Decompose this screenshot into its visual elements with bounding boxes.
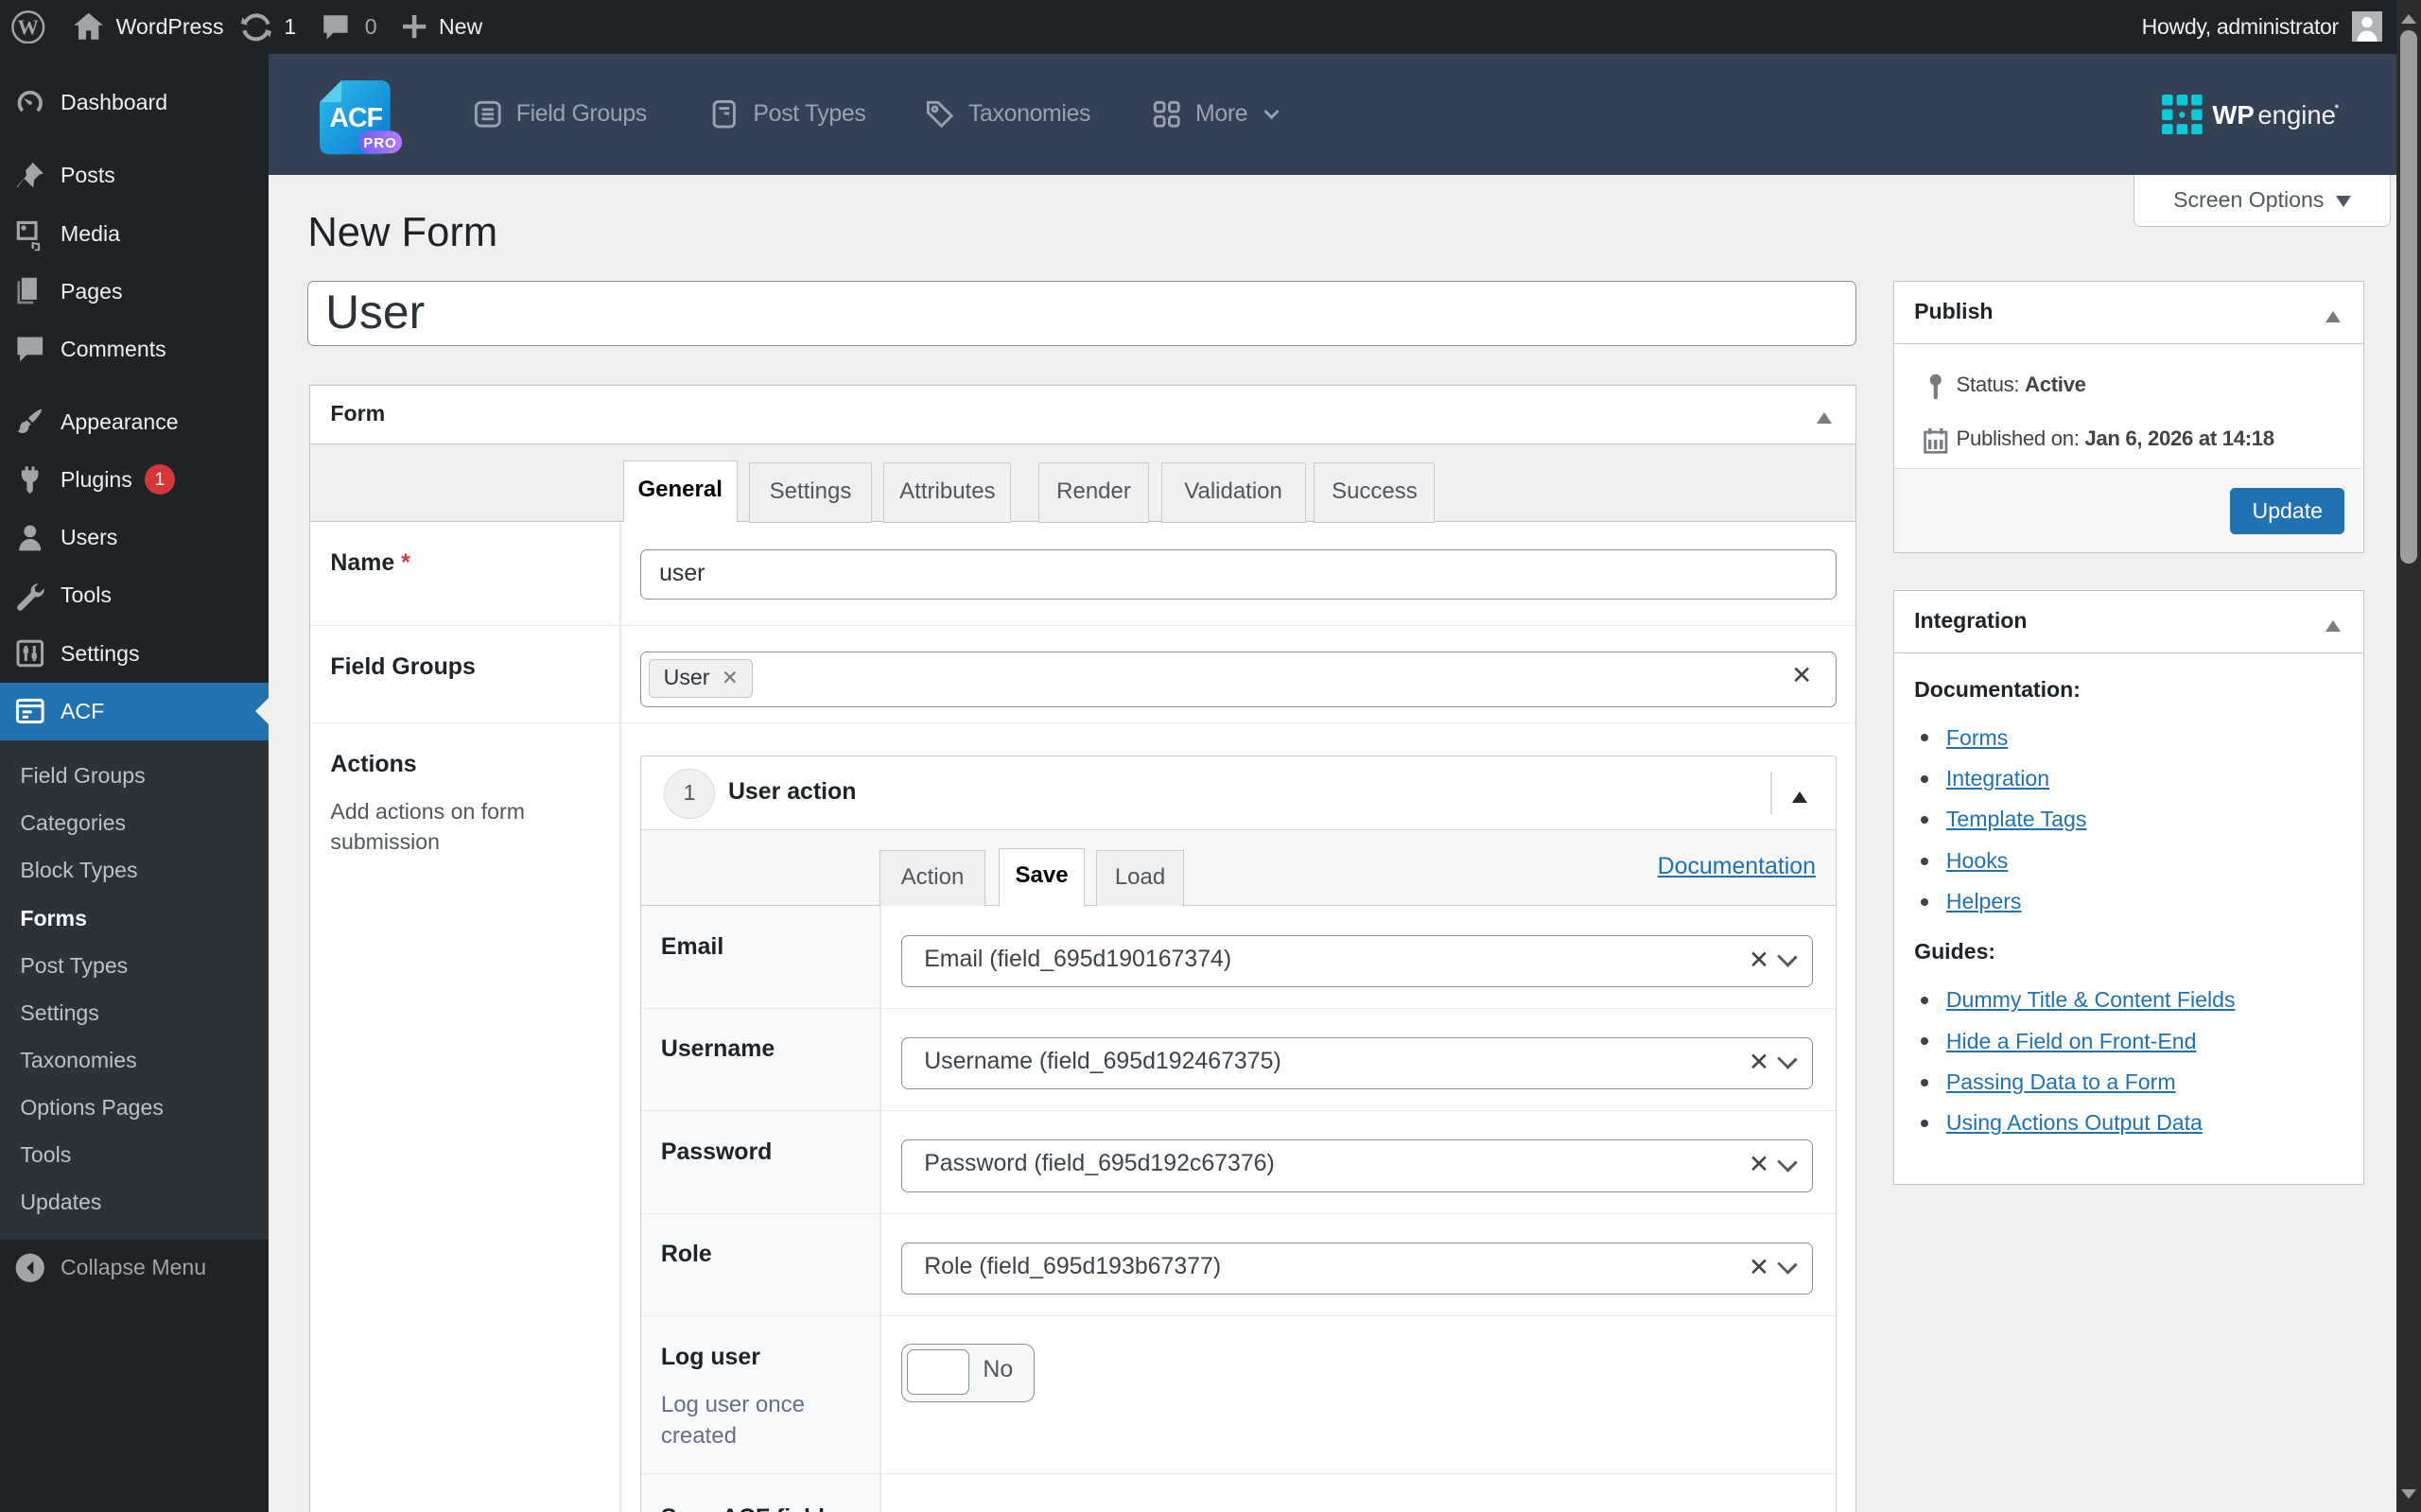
svg-text:PRO: PRO bbox=[363, 135, 396, 151]
svg-text:engine: engine bbox=[2258, 100, 2337, 130]
svg-text:ACF: ACF bbox=[329, 103, 382, 133]
svg-text:WP: WP bbox=[2213, 100, 2255, 130]
svg-text:W: W bbox=[18, 15, 39, 39]
